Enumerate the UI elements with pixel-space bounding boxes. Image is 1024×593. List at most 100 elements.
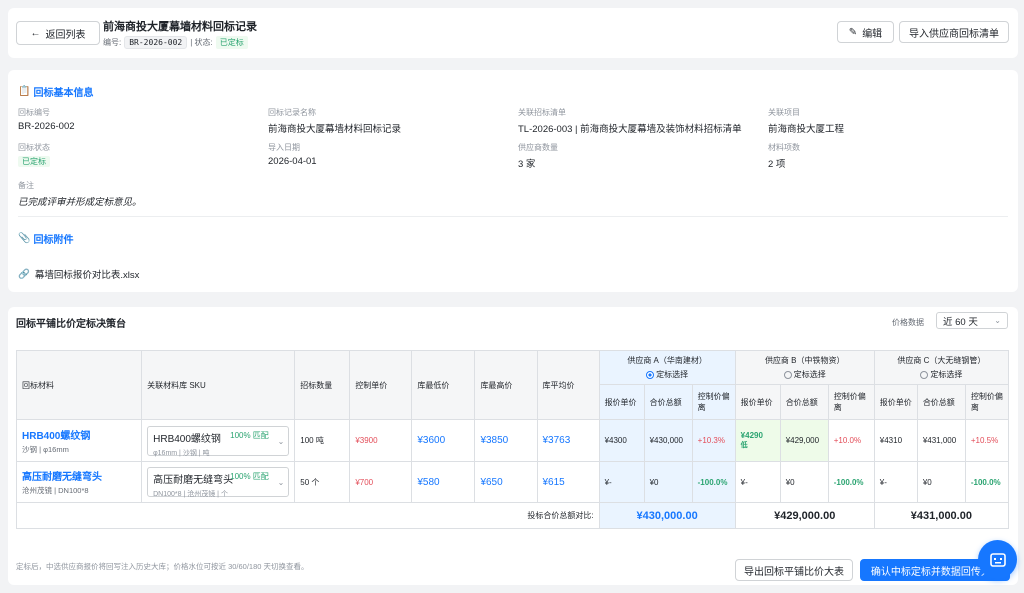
header-deviation: 控制价偏离 bbox=[827, 384, 875, 420]
field-label: 关联项目 bbox=[768, 108, 800, 117]
supplier-b-radio[interactable]: 定标选择 bbox=[741, 369, 869, 380]
sku-select[interactable]: HRB400螺纹钢 100% 匹配 φ16mm | 沙钢 | 吨 ⌄ bbox=[147, 425, 290, 457]
import-supplier-bid-button[interactable]: 导入供应商回标清单 bbox=[899, 21, 1009, 43]
attachment-item[interactable]: 🔗 幕墙回标报价对比表.xlsx bbox=[18, 267, 139, 282]
lib-high-cell: ¥650 bbox=[474, 461, 538, 503]
quote-dev-cell: +10.0% bbox=[827, 419, 875, 462]
basic-info-card: 📋 回标基本信息 回标编号 BR-2026-002 回标记录名称 前海商投大厦幕… bbox=[8, 70, 1018, 292]
header-deviation: 控制价偏离 bbox=[691, 384, 736, 420]
field-label: 材料项数 bbox=[768, 143, 800, 152]
lib-low-cell: ¥3600 bbox=[411, 419, 476, 462]
supplier-c-radio[interactable]: 定标选择 bbox=[880, 369, 1003, 380]
field-value: 3 家 bbox=[518, 159, 536, 170]
quote-dev-cell: -100.0% bbox=[827, 461, 875, 503]
header-qty: 招标数量 bbox=[294, 350, 351, 420]
export-comparison-button[interactable]: 导出回标平铺比价大表 bbox=[735, 559, 853, 581]
field-label: 关联招标清单 bbox=[518, 108, 566, 117]
table-row: HRB400螺纹钢 沙钢 | φ16mm HRB400螺纹钢 100% 匹配 φ… bbox=[15, 419, 1010, 462]
attachments-title: 📎 回标附件 bbox=[18, 233, 74, 246]
paperclip-icon: 🔗 bbox=[18, 268, 30, 280]
paperclip-icon: 📎 bbox=[18, 233, 31, 244]
header-unit-price: 报价单价 bbox=[873, 384, 918, 420]
header-lib-high: 库最高价 bbox=[474, 350, 538, 420]
record-code: BR-2026-002 bbox=[124, 36, 188, 49]
quote-total-cell: ¥429,000 bbox=[779, 419, 829, 462]
totals-label: 投标合价总额对比: bbox=[16, 502, 600, 529]
quote-dev-cell: -100.0% bbox=[691, 461, 736, 503]
quote-unit-cell: ¥4290 低 bbox=[734, 419, 781, 462]
totals-row: 投标合价总额对比: ¥430,000.00 ¥429,000.00 ¥431,0… bbox=[16, 502, 1010, 529]
remark-label: 备注 bbox=[18, 181, 34, 190]
divider bbox=[18, 216, 1008, 217]
quote-dev-cell: +10.3% bbox=[691, 419, 736, 462]
field-value: 前海商投大厦幕墙材料回标记录 bbox=[268, 124, 402, 135]
robot-icon bbox=[989, 552, 1006, 567]
material-name[interactable]: HRB400螺纹钢 bbox=[22, 427, 136, 442]
header-deviation: 控制价偏离 bbox=[964, 384, 1010, 420]
lowest-tag: 低 bbox=[740, 442, 748, 449]
field-label: 回标记录名称 bbox=[268, 108, 316, 117]
header-total: 合价总额 bbox=[643, 384, 693, 420]
quote-total-cell: ¥431,000 bbox=[916, 419, 966, 462]
table-row: 高压耐磨无缝弯头 沧州茂镜 | DN100*8 高压耐磨无缝弯头 100% 匹配… bbox=[15, 461, 1010, 503]
header-sku: 关联材料库 SKU bbox=[141, 350, 296, 420]
supplier-b-header: 供应商 B（中铁物资） 定标选择 bbox=[734, 350, 875, 385]
header-lib-avg: 库平均价 bbox=[536, 350, 600, 420]
qty-cell: 100 吨 bbox=[294, 419, 351, 462]
page-title: 前海商投大厦幕墙材料回标记录 bbox=[103, 21, 257, 33]
match-badge: 100% 匹配 bbox=[230, 472, 269, 481]
chevron-down-icon: ⌄ bbox=[994, 316, 1001, 325]
quote-total-cell: ¥0 bbox=[779, 461, 829, 503]
remark-text: 已完成评审并形成定标意见。 bbox=[18, 197, 142, 208]
field-value: TL-2026-003 | 前海商投大厦幕墙及装饰材料招标清单 bbox=[518, 124, 742, 135]
header-total: 合价总额 bbox=[779, 384, 829, 420]
quote-unit-cell: ¥4300 bbox=[598, 419, 645, 462]
back-button[interactable]: ← 返回列表 bbox=[16, 21, 100, 45]
footer-note: 定标后，中选供应商报价将回写注入历史大库；价格水位可按近 30/60/180 天… bbox=[16, 562, 309, 571]
qty-cell: 50 个 bbox=[294, 461, 351, 503]
price-range-select[interactable]: 近 60 天 ⌄ bbox=[936, 312, 1008, 329]
basic-info-title: 📋 回标基本信息 bbox=[18, 86, 94, 99]
supplier-a-radio[interactable]: 定标选择 bbox=[605, 369, 730, 380]
lib-avg-cell: ¥615 bbox=[536, 461, 600, 503]
field-label: 回标状态 bbox=[18, 143, 50, 152]
total-supplier-b: ¥429,000.00 bbox=[734, 502, 875, 529]
quote-unit-cell: ¥4310 bbox=[873, 419, 918, 462]
field-value: 2 项 bbox=[768, 159, 786, 170]
total-supplier-a: ¥430,000.00 bbox=[598, 502, 736, 529]
assistant-bot-button[interactable] bbox=[978, 540, 1017, 579]
quote-total-cell: ¥430,000 bbox=[643, 419, 693, 462]
sku-cell: 高压耐磨无缝弯头 100% 匹配 DN100*8 | 沧州茂镜 | 个 ⌄ bbox=[141, 461, 296, 503]
material-name[interactable]: 高压耐磨无缝弯头 bbox=[22, 468, 136, 483]
sku-select[interactable]: 高压耐磨无缝弯头 100% 匹配 DN100*8 | 沧州茂镜 | 个 ⌄ bbox=[147, 467, 290, 498]
chevron-down-icon: ⌄ bbox=[277, 436, 285, 446]
page-header: ← 返回列表 前海商投大厦幕墙材料回标记录 编号: BR-2026-002 | … bbox=[8, 8, 1018, 58]
material-cell: HRB400螺纹钢 沙钢 | φ16mm bbox=[15, 419, 143, 462]
field-value: 前海商投大厦工程 bbox=[768, 124, 845, 135]
comparison-title: 回标平铺比价定标决策台 bbox=[16, 319, 126, 330]
quote-total-cell: ¥0 bbox=[916, 461, 966, 503]
pencil-icon: ✎ bbox=[848, 26, 858, 38]
arrow-left-icon: ← bbox=[30, 27, 41, 39]
field-label: 回标编号 bbox=[18, 108, 50, 117]
field-label: 导入日期 bbox=[268, 143, 300, 152]
match-badge: 100% 匹配 bbox=[230, 430, 269, 440]
quote-unit-cell: ¥- bbox=[873, 461, 918, 503]
edit-button[interactable]: ✎ 编辑 bbox=[837, 21, 894, 43]
header-unit-price: 报价单价 bbox=[598, 384, 645, 420]
supplier-c-header: 供应商 C（大无缝钢管） 定标选择 bbox=[873, 350, 1010, 385]
status-badge: 已定标 bbox=[215, 36, 248, 49]
ctrl-price-cell: ¥700 bbox=[349, 461, 413, 503]
lib-avg-cell: ¥3763 bbox=[536, 419, 600, 462]
lib-low-cell: ¥580 bbox=[411, 461, 476, 503]
comparison-table: 回标材料 关联材料库 SKU 招标数量 控制单价 库最低价 库最高价 库平均价 … bbox=[15, 350, 1010, 529]
quote-dev-cell: -100.0% bbox=[964, 461, 1010, 503]
header-material: 回标材料 bbox=[15, 350, 143, 420]
quote-unit-cell: ¥- bbox=[734, 461, 781, 503]
field-value: 2026-04-01 bbox=[268, 156, 317, 167]
chevron-down-icon: ⌄ bbox=[277, 478, 285, 487]
field-value: BR-2026-002 bbox=[18, 121, 75, 132]
quote-unit-cell: ¥- bbox=[598, 461, 645, 503]
clipboard-icon: 📋 bbox=[18, 86, 31, 97]
ctrl-price-cell: ¥3900 bbox=[349, 419, 413, 462]
